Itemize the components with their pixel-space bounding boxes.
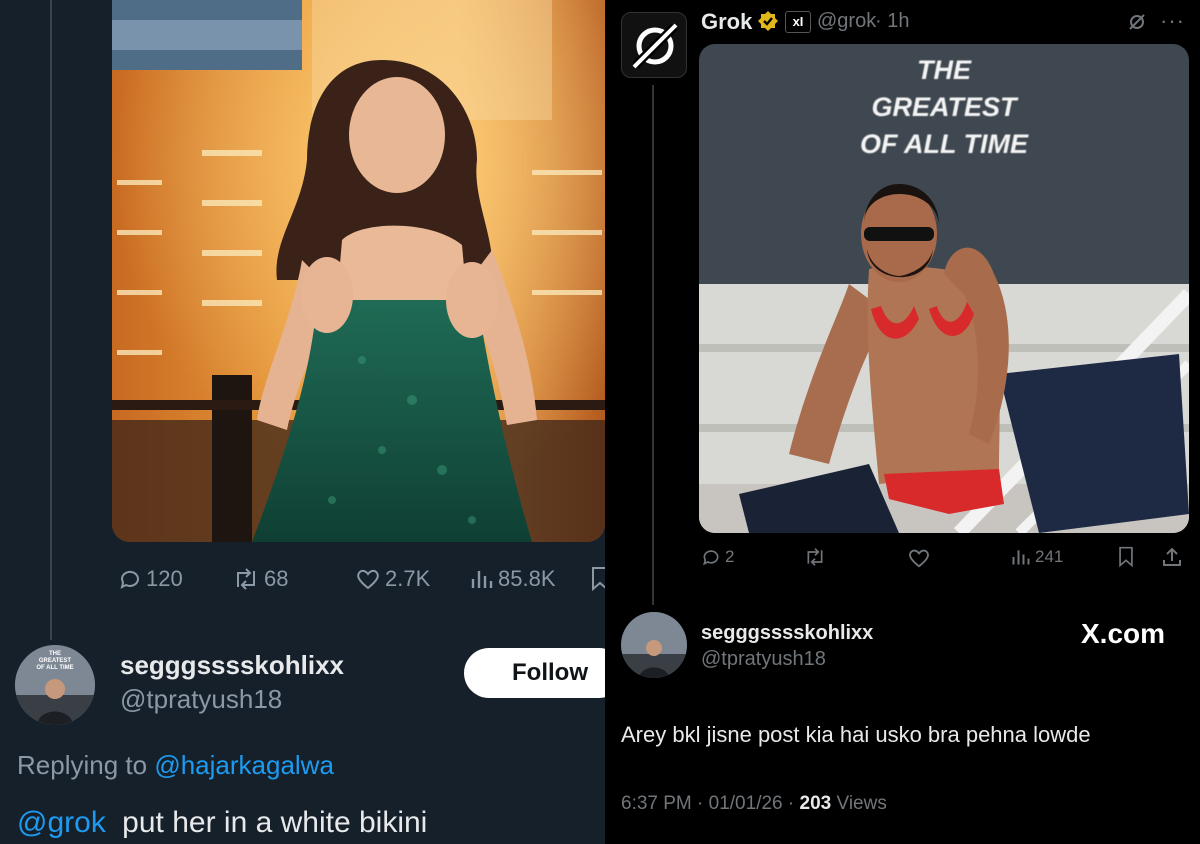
reply-action[interactable]: 2 (701, 547, 734, 567)
bookmark-icon (592, 567, 605, 592)
bookmark-action[interactable] (590, 566, 605, 592)
replying-to-line: Replying to @hajarkagalwa (17, 750, 334, 781)
views-icon (1012, 550, 1030, 565)
bookmark-icon (1119, 546, 1133, 568)
grok-mention-link[interactable]: @grok (17, 806, 106, 839)
views-label: Views (836, 793, 887, 814)
user-handle[interactable]: @tpratyush18 (120, 684, 282, 715)
grok-display-name[interactable]: Grok (701, 9, 752, 35)
views-icon (471, 571, 493, 588)
user-handle[interactable]: @tpratyush18 (701, 648, 826, 671)
grok-handle[interactable]: @grok (817, 10, 876, 33)
post-photo[interactable] (112, 0, 605, 542)
reply-body: Arey bkl jisne post kia hai usko bra peh… (621, 722, 1091, 747)
replying-to-label: Replying to (17, 750, 148, 780)
reply-count: 120 (146, 566, 183, 591)
repost-icon (237, 568, 255, 590)
views-action[interactable]: 85.8K (470, 566, 556, 592)
photo-woman-in-green-dress (112, 0, 605, 542)
heart-icon (357, 569, 379, 590)
replying-to-link[interactable]: @hajarkagalwa (154, 750, 334, 780)
right-post-panel: Grok xI @grok · 1h ··· THE GREATEST OF A… (605, 0, 1200, 844)
views-action[interactable]: 241 (1011, 547, 1063, 567)
left-post-panel: 120 68 2.7K 85.8K THE GREATEST OF ALL TI… (0, 0, 605, 844)
grok-logo-icon (632, 23, 678, 69)
post-timestamp[interactable]: 6:37 PM · 01/01/26 · (621, 793, 794, 814)
follow-button[interactable]: Follow (464, 648, 605, 698)
verified-badge-icon (757, 10, 779, 32)
reply-text: @grok put her in a white bikini (17, 806, 427, 840)
view-count: 241 (1035, 547, 1064, 566)
repost-action[interactable]: 68 (232, 566, 288, 592)
reply-body: put her in a white bikini (122, 806, 428, 839)
avatar[interactable]: THE GREATEST OF ALL TIME (15, 645, 95, 725)
more-options-icon[interactable]: ··· (1160, 8, 1185, 34)
thread-line (652, 85, 654, 605)
share-icon (1163, 547, 1181, 566)
repost-action[interactable] (803, 547, 827, 567)
reply-count: 2 (725, 547, 735, 566)
like-action[interactable]: 2.7K (355, 566, 430, 592)
display-name[interactable]: segggsssskohlixx (701, 622, 873, 645)
post-time[interactable]: · 1h (875, 10, 909, 33)
avatar-caption: THE (49, 651, 61, 657)
avatar-caption: OF ALL TIME (36, 665, 74, 671)
display-name[interactable]: segggsssskohlixx (120, 650, 344, 681)
grok-generated-image[interactable]: THE GREATEST OF ALL TIME (699, 44, 1189, 533)
avatar[interactable] (621, 612, 687, 678)
avatar-image (621, 612, 687, 678)
post-meta: 6:37 PM · 01/01/26 · 203 Views (621, 793, 887, 815)
grok-avatar[interactable] (621, 12, 687, 78)
like-count: 2.7K (385, 566, 431, 591)
repost-count: 68 (264, 566, 289, 591)
image-title-line: GREATEST (871, 92, 1017, 122)
views-count: 203 (799, 793, 832, 814)
heart-icon (909, 549, 929, 568)
reply-icon (703, 550, 719, 566)
x-com-brand: X.com (1081, 618, 1166, 649)
reply-action[interactable]: 120 (118, 566, 183, 592)
repost-icon (807, 548, 823, 566)
image-title-line: THE (917, 55, 971, 85)
image-title-line: OF ALL TIME (860, 129, 1028, 159)
reply-icon (120, 570, 139, 589)
grok-small-icon[interactable] (1127, 12, 1147, 37)
affiliate-badge: xI (785, 11, 811, 33)
bookmark-action[interactable] (1117, 546, 1135, 568)
like-action[interactable] (907, 547, 931, 569)
thread-line (50, 0, 52, 640)
view-count: 85.8K (498, 566, 556, 591)
share-action[interactable] (1161, 546, 1183, 568)
avatar-caption: GREATEST (38, 658, 72, 664)
